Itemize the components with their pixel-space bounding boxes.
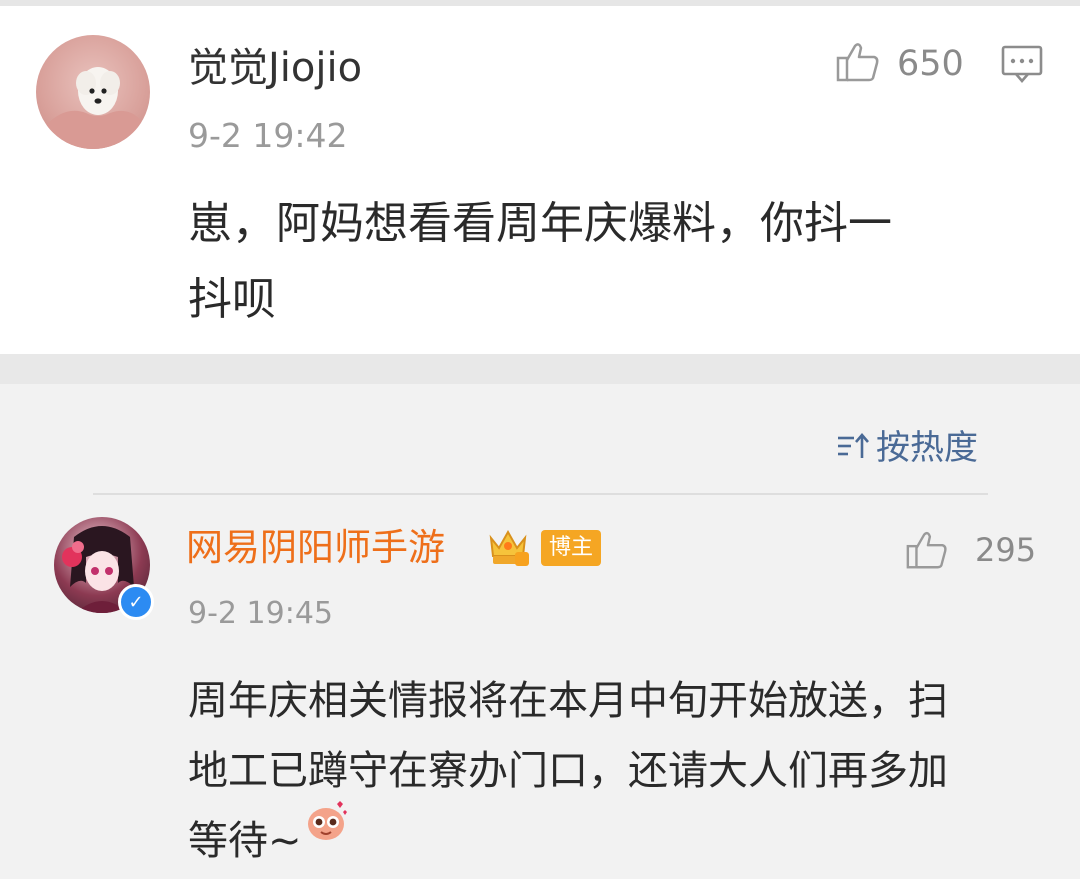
- dog-avatar-image: [46, 67, 146, 149]
- sort-icon: [836, 431, 870, 465]
- list-divider: [93, 493, 988, 495]
- avatar[interactable]: [36, 35, 150, 149]
- verified-icon: ✓: [118, 584, 154, 620]
- comment-text: 崽，阿妈想看看周年庆爆料，你抖一 抖呗: [188, 198, 892, 325]
- comment-card: 觉觉Jiojio 9-2 19:42 650 崽，阿妈想看看周年庆爆料，你抖一 …: [0, 6, 1080, 354]
- sort-toggle[interactable]: 按热度: [836, 424, 978, 472]
- replies-section: 按热度 ✓ 网易阴阳师手游 博主 9-2 19:45 295 周年庆相关情报将在…: [0, 384, 1080, 879]
- like-count: 295: [975, 531, 1037, 569]
- sort-label: 按热度: [876, 428, 978, 468]
- username[interactable]: 网易阴阳师手游: [186, 524, 445, 572]
- crown-icon: [485, 526, 531, 572]
- comment-icon[interactable]: [1000, 44, 1044, 90]
- timestamp: 9-2 19:42: [188, 116, 348, 155]
- section-divider: [0, 354, 1080, 384]
- username[interactable]: 觉觉Jiojio: [188, 44, 362, 92]
- emoji-icon: [303, 798, 349, 848]
- host-badge: 博主: [541, 530, 602, 566]
- thumbs-up-icon[interactable]: [834, 38, 882, 90]
- timestamp: 9-2 19:45: [188, 596, 333, 631]
- like-count: 650: [897, 44, 964, 84]
- thumbs-up-icon[interactable]: [904, 527, 950, 577]
